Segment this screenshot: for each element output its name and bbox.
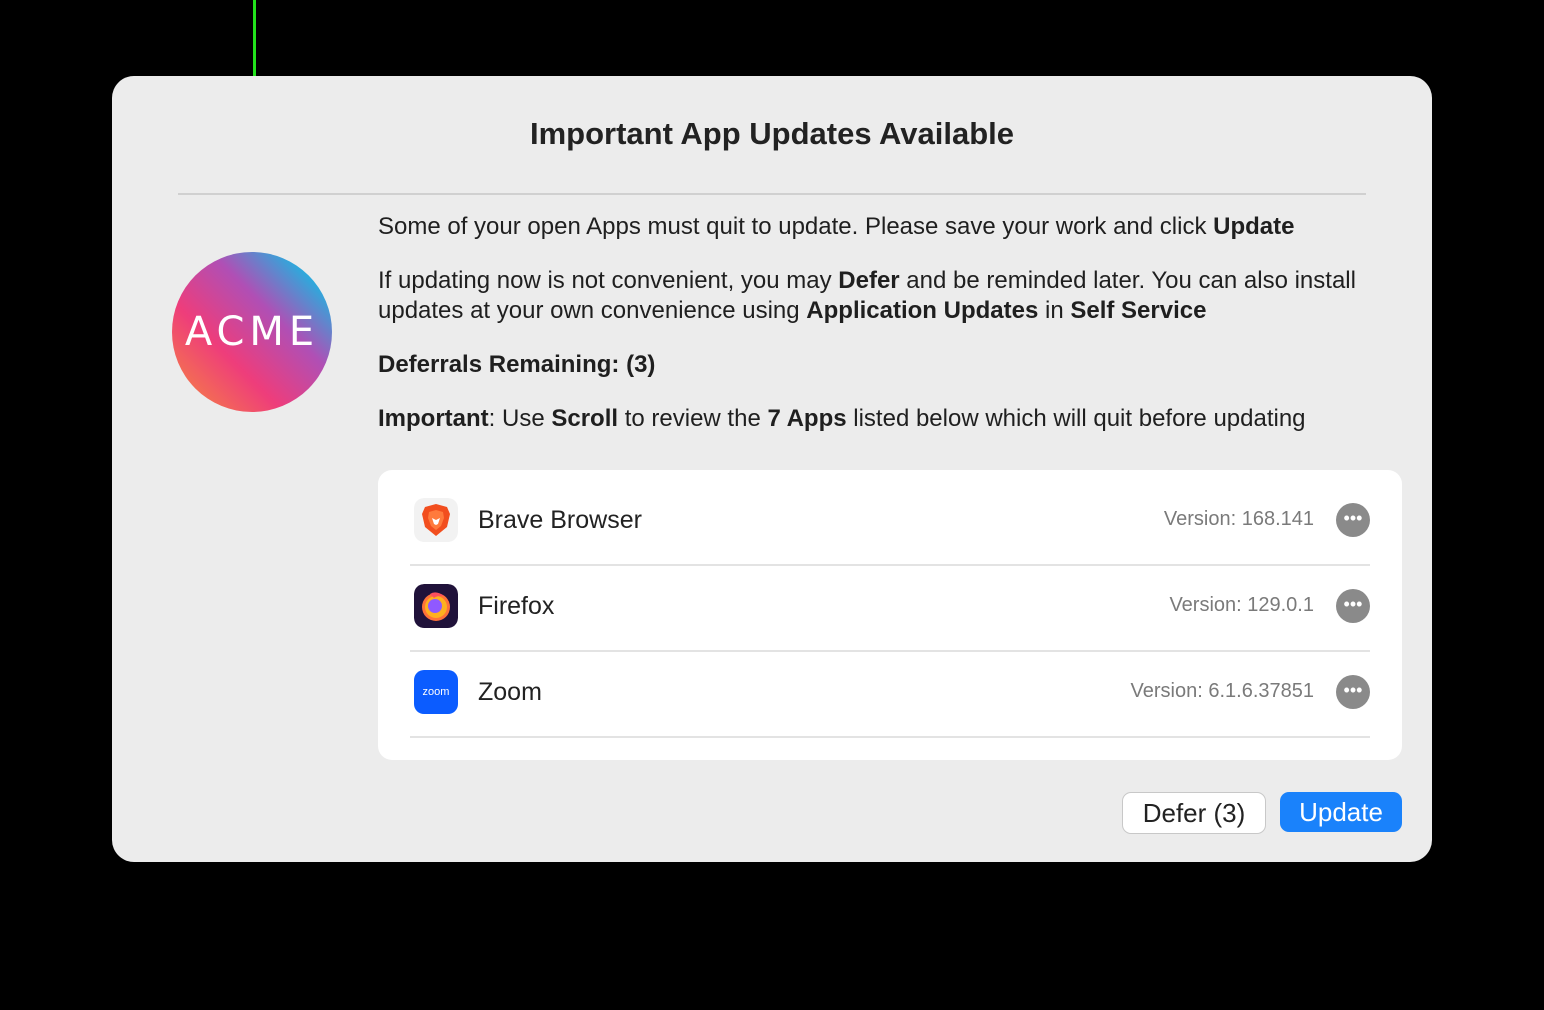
acme-logo: ACME <box>172 252 332 412</box>
app-name: Firefox <box>478 592 555 620</box>
logo-text: ACME <box>184 309 320 355</box>
message-bold: 7 Apps <box>767 405 847 432</box>
title-divider <box>178 193 1366 195</box>
more-options-icon[interactable]: ••• <box>1336 675 1370 709</box>
dialog-title: Important App Updates Available <box>529 116 1014 151</box>
message-bold: Important <box>378 405 489 432</box>
message-text: : Use <box>488 405 552 432</box>
app-name: Zoom <box>478 678 542 706</box>
message-text: in <box>1038 297 1071 324</box>
message-bold: Scroll <box>551 405 619 432</box>
message-text: listed below which will quit before upda… <box>846 405 1306 432</box>
app-version: Version: 129.0.1 <box>1169 594 1314 616</box>
message-scroll-hint: Important: Use Scroll to review the 7 Ap… <box>378 404 1388 434</box>
message-text: Some of your open Apps must quit to upda… <box>378 213 1214 240</box>
app-row: Brave Browser Version: 168.141 ••• <box>410 478 1370 566</box>
app-row: Firefox Version: 129.0.1 ••• <box>410 564 1370 652</box>
zoom-icon-text: zoom <box>422 686 450 698</box>
message-bold: Defer <box>838 267 900 294</box>
app-name: Brave Browser <box>478 506 642 534</box>
update-button[interactable]: Update <box>1280 792 1402 832</box>
zoom-icon: zoom <box>414 670 458 714</box>
app-version: Version: 168.141 <box>1163 508 1314 530</box>
message-text: If updating now is not convenient, you m… <box>378 267 839 294</box>
message-bold: Self Service <box>1070 297 1207 324</box>
app-row: zoom Zoom Version: 6.1.6.37851 ••• <box>410 650 1370 738</box>
app-list[interactable]: Brave Browser Version: 168.141 ••• Firef… <box>378 470 1402 760</box>
brave-icon <box>414 498 458 542</box>
logo-container: ACME <box>172 252 336 416</box>
message-text: to review the <box>618 405 768 432</box>
message-defer-info: If updating now is not convenient, you m… <box>378 266 1388 326</box>
message-bold: Application Updates <box>806 297 1039 324</box>
more-options-icon[interactable]: ••• <box>1336 589 1370 623</box>
app-version: Version: 6.1.6.37851 <box>1130 680 1314 702</box>
more-options-icon[interactable]: ••• <box>1336 503 1370 537</box>
message-quit-apps: Some of your open Apps must quit to upda… <box>378 212 1388 242</box>
defer-button[interactable]: Defer (3) <box>1122 792 1266 834</box>
message-bold: Update <box>1213 213 1295 240</box>
update-dialog: Important App Updates Available ACME Som… <box>112 76 1432 862</box>
deferrals-remaining: Deferrals Remaining: (3) <box>378 351 656 378</box>
firefox-icon <box>414 584 458 628</box>
